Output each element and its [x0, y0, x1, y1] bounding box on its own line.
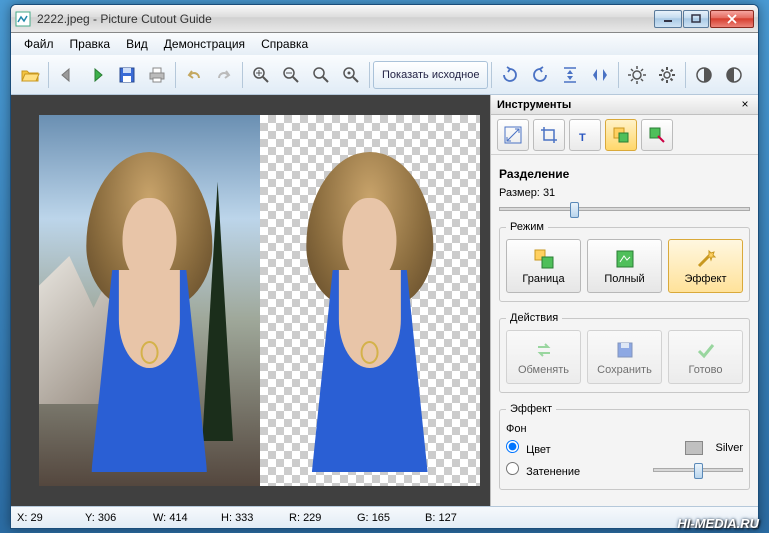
- toolbar-sep: [491, 62, 492, 88]
- mode-legend: Режим: [506, 221, 548, 233]
- status-g: G: 165: [357, 512, 425, 524]
- tab-text-icon[interactable]: T: [569, 119, 601, 151]
- action-swap-button[interactable]: Обменять: [506, 330, 581, 384]
- actions-group: Действия Обменять Сохранить Готово: [499, 312, 750, 393]
- redo-button[interactable]: [210, 61, 238, 89]
- app-window: 2222.jpeg - Picture Cutout Guide Файл Пр…: [10, 4, 759, 529]
- action-done-button[interactable]: Готово: [668, 330, 743, 384]
- tools-panel: Инструменты × T Разделение Размер: 31 Ре…: [490, 95, 758, 506]
- effect-color-radio[interactable]: Цвет: [506, 440, 551, 456]
- toolbar-sep: [175, 62, 176, 88]
- mode-group: Режим Граница Полный Эффект: [499, 221, 750, 302]
- size-slider[interactable]: [499, 207, 750, 211]
- undo-button[interactable]: [180, 61, 208, 89]
- effect-shade-radio[interactable]: Затенение: [506, 462, 580, 478]
- mode-effect-button[interactable]: Эффект: [668, 239, 743, 293]
- menu-help[interactable]: Справка: [254, 35, 315, 53]
- original-image: [39, 115, 260, 486]
- rotate-ccw-button[interactable]: [496, 61, 524, 89]
- zoom-out-button[interactable]: [277, 61, 305, 89]
- flip-h-button[interactable]: [586, 61, 614, 89]
- show-original-button[interactable]: Показать исходное: [373, 61, 488, 89]
- effect-group: Эффект Фон Цвет Silver Затенение: [499, 403, 750, 490]
- zoom-100-button[interactable]: [337, 61, 365, 89]
- status-r: R: 229: [289, 512, 357, 524]
- color-name: Silver: [715, 442, 743, 454]
- gear-button[interactable]: [653, 61, 681, 89]
- zoom-in-button[interactable]: [247, 61, 275, 89]
- statusbar: X: 29 Y: 306 W: 414 H: 333 R: 229 G: 165…: [11, 506, 758, 528]
- print-button[interactable]: [143, 61, 171, 89]
- watermark: HI-MEDIA.RU: [677, 516, 759, 531]
- mode-full-button[interactable]: Полный: [587, 239, 662, 293]
- toolbar-sep: [48, 62, 49, 88]
- slider-thumb[interactable]: [694, 463, 703, 479]
- panel-close-button[interactable]: ×: [738, 98, 752, 112]
- rotate-cw-button[interactable]: [526, 61, 554, 89]
- status-h: H: 333: [221, 512, 289, 524]
- color-swatch[interactable]: [685, 441, 703, 455]
- content: Инструменты × T Разделение Размер: 31 Ре…: [11, 95, 758, 506]
- titlebar[interactable]: 2222.jpeg - Picture Cutout Guide: [11, 5, 758, 33]
- maximize-button[interactable]: [683, 10, 709, 28]
- toolbar-sep: [369, 62, 370, 88]
- size-row: Размер: 31: [499, 185, 750, 201]
- zoom-fit-button[interactable]: [307, 61, 335, 89]
- panel-body: Разделение Размер: 31 Режим Граница Полн…: [491, 155, 758, 506]
- menu-demo[interactable]: Демонстрация: [157, 35, 252, 53]
- forward-button[interactable]: [83, 61, 111, 89]
- toolbar-sep: [618, 62, 619, 88]
- slider-thumb[interactable]: [570, 202, 579, 218]
- menu-file[interactable]: Файл: [17, 35, 61, 53]
- minimize-button[interactable]: [654, 10, 682, 28]
- canvas-area[interactable]: [11, 95, 490, 506]
- status-w: W: 414: [153, 512, 221, 524]
- mode-border-button[interactable]: Граница: [506, 239, 581, 293]
- menu-edit[interactable]: Правка: [63, 35, 118, 53]
- status-y: Y: 306: [85, 512, 153, 524]
- toolbar-sep: [242, 62, 243, 88]
- window-buttons: [654, 10, 754, 28]
- shade-slider[interactable]: [653, 468, 743, 472]
- action-save-button[interactable]: Сохранить: [587, 330, 662, 384]
- toolbar: Показать исходное: [11, 55, 758, 95]
- menubar: Файл Правка Вид Демонстрация Справка: [11, 33, 758, 55]
- close-button[interactable]: [710, 10, 754, 28]
- size-value: 31: [543, 187, 555, 199]
- tab-cutout-icon[interactable]: [605, 119, 637, 151]
- contrast-button[interactable]: [690, 61, 718, 89]
- panel-header[interactable]: Инструменты ×: [491, 95, 758, 115]
- back-button[interactable]: [53, 61, 81, 89]
- cutout-image: [260, 115, 481, 486]
- actions-legend: Действия: [506, 312, 562, 324]
- tool-tabs: T: [491, 115, 758, 155]
- toolbar-sep: [685, 62, 686, 88]
- window-title: 2222.jpeg - Picture Cutout Guide: [37, 12, 654, 26]
- open-button[interactable]: [16, 61, 44, 89]
- tab-crop-icon[interactable]: [533, 119, 565, 151]
- menu-view[interactable]: Вид: [119, 35, 155, 53]
- status-b: B: 127: [425, 512, 493, 524]
- effect-bg-label: Фон: [506, 421, 743, 437]
- image-pair: [39, 115, 480, 486]
- panel-title: Инструменты: [497, 99, 738, 111]
- effect-legend: Эффект: [506, 403, 556, 415]
- status-x: X: 29: [17, 512, 85, 524]
- flip-v-button[interactable]: [556, 61, 584, 89]
- brightness-button[interactable]: [623, 61, 651, 89]
- save-button[interactable]: [113, 61, 141, 89]
- tab-paste-icon[interactable]: [641, 119, 673, 151]
- contrast2-button[interactable]: [720, 61, 748, 89]
- svg-text:T: T: [579, 132, 586, 144]
- separation-title: Разделение: [499, 167, 750, 181]
- tab-resize-icon[interactable]: [497, 119, 529, 151]
- app-icon: [15, 11, 31, 27]
